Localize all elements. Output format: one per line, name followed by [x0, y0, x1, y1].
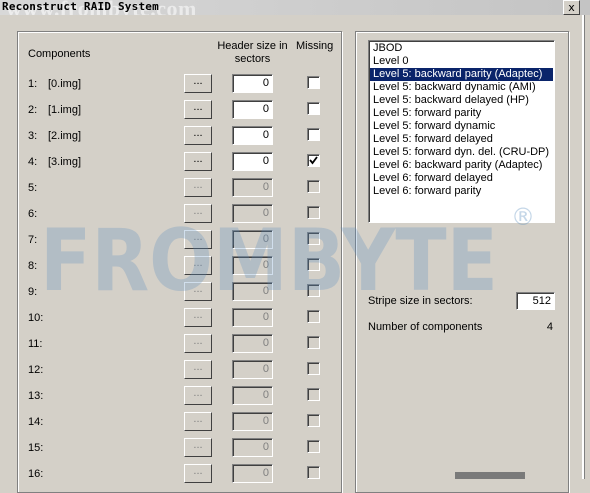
browse-image-button[interactable]: ...	[184, 438, 212, 457]
components-group	[17, 31, 342, 493]
window-frame	[584, 15, 590, 479]
browse-image-button[interactable]: ...	[184, 412, 212, 431]
component-image-name: [1.img]	[48, 104, 82, 116]
browse-image-button[interactable]: ...	[184, 334, 212, 353]
component-index: 11:	[28, 338, 43, 350]
browse-image-button[interactable]: ...	[184, 126, 212, 145]
component-index: 12:	[28, 364, 44, 376]
raid-level-option[interactable]: Level 5: forward delayed	[370, 133, 553, 146]
missing-checkbox[interactable]	[307, 180, 320, 193]
component-index: 8:	[28, 260, 38, 272]
browse-image-button[interactable]: ...	[184, 100, 212, 119]
raid-level-option[interactable]: Level 5: forward dynamic	[370, 120, 553, 133]
stripe-size-input[interactable]: 512	[516, 292, 555, 310]
component-index: 14:	[28, 416, 44, 428]
component-index: 13:	[28, 390, 44, 402]
raid-level-option[interactable]: Level 5: backward delayed (HP)	[370, 94, 553, 107]
raid-level-list[interactable]: JBOD Level 0 Level 5: backward parity (Ada…	[368, 40, 555, 223]
header-size-input[interactable]: 0	[232, 334, 273, 353]
component-index: 3:	[28, 130, 38, 142]
header-size-input[interactable]: 0	[232, 126, 273, 145]
close-icon: x	[568, 1, 575, 14]
checkmark-icon	[309, 156, 318, 165]
window-title: Reconstruct RAID System	[2, 0, 159, 13]
header-size-input[interactable]: 0	[232, 308, 273, 327]
header-size-input[interactable]: 0	[232, 464, 273, 483]
component-index: 10:	[28, 312, 44, 324]
missing-checkbox[interactable]	[307, 414, 320, 427]
browse-image-button[interactable]: ...	[184, 178, 212, 197]
component-index: 4:	[28, 156, 38, 168]
component-index: 6:	[28, 208, 38, 220]
raid-level-option[interactable]: Level 6: forward delayed	[370, 172, 553, 185]
raid-level-option[interactable]: Level 5: backward dynamic (AMI)	[370, 81, 553, 94]
missing-checkbox[interactable]	[307, 336, 320, 349]
header-size-input[interactable]: 0	[232, 178, 273, 197]
missing-checkbox[interactable]	[307, 232, 320, 245]
header-size-input[interactable]: 0	[232, 256, 273, 275]
browse-image-button[interactable]: ...	[184, 230, 212, 249]
header-size-input[interactable]: 0	[232, 152, 273, 171]
component-index: 7:	[28, 234, 38, 246]
close-button[interactable]: x	[563, 0, 580, 15]
missing-checkbox[interactable]	[307, 362, 320, 375]
missing-checkbox[interactable]	[307, 440, 320, 453]
component-image-name: [2.img]	[48, 130, 82, 142]
header-size-input[interactable]: 0	[232, 282, 273, 301]
header-size-input[interactable]: 0	[232, 74, 273, 93]
browse-image-button[interactable]: ...	[184, 74, 212, 93]
missing-checkbox[interactable]	[307, 388, 320, 401]
raid-level-option[interactable]: Level 0	[370, 55, 553, 68]
header-size-input[interactable]: 0	[232, 386, 273, 405]
header-size-header: Header size in sectors	[217, 40, 288, 65]
component-index: 15:	[28, 442, 44, 454]
raid-level-option[interactable]: Level 5: backward parity (Adaptec)	[370, 68, 553, 81]
components-header: Components	[28, 48, 91, 60]
missing-checkbox[interactable]	[307, 102, 320, 115]
browse-image-button[interactable]: ...	[184, 282, 212, 301]
missing-checkbox[interactable]	[307, 154, 320, 167]
title-bar: www.frombyte.com Reconstruct RAID System	[0, 0, 590, 15]
header-size-input[interactable]: 0	[232, 100, 273, 119]
missing-checkbox[interactable]	[307, 284, 320, 297]
component-index: 1:	[28, 78, 38, 90]
header-size-input[interactable]: 0	[232, 360, 273, 379]
num-components-label: Number of components	[368, 321, 483, 333]
header-size-input[interactable]: 0	[232, 438, 273, 457]
browse-image-button[interactable]: ...	[184, 386, 212, 405]
raid-level-option[interactable]: Level 5: forward parity	[370, 107, 553, 120]
raid-level-option[interactable]: Level 6: forward parity	[370, 185, 553, 198]
browse-image-button[interactable]: ...	[184, 308, 212, 327]
browse-image-button[interactable]: ...	[184, 256, 212, 275]
raid-level-option[interactable]: JBOD	[370, 42, 553, 55]
header-size-input[interactable]: 0	[232, 230, 273, 249]
component-image-name: [0.img]	[48, 78, 82, 90]
browse-image-button[interactable]: ...	[184, 360, 212, 379]
missing-checkbox[interactable]	[307, 466, 320, 479]
raid-level-option[interactable]: Level 5: forward dyn. del. (CRU-DP)	[370, 146, 553, 159]
component-index: 16:	[28, 468, 44, 480]
missing-checkbox[interactable]	[307, 76, 320, 89]
missing-checkbox[interactable]	[307, 206, 320, 219]
raid-level-option[interactable]: Level 6: backward parity (Adaptec)	[370, 159, 553, 172]
header-size-input[interactable]: 0	[232, 204, 273, 223]
bottom-watermark-fragment	[455, 472, 525, 479]
missing-checkbox[interactable]	[307, 258, 320, 271]
component-index: 9:	[28, 286, 38, 298]
header-size-input[interactable]: 0	[232, 412, 273, 431]
component-image-name: [3.img]	[48, 156, 82, 168]
missing-checkbox[interactable]	[307, 128, 320, 141]
missing-header: Missing	[296, 40, 334, 52]
component-index: 5:	[28, 182, 38, 194]
browse-image-button[interactable]: ...	[184, 152, 212, 171]
browse-image-button[interactable]: ...	[184, 464, 212, 483]
missing-checkbox[interactable]	[307, 310, 320, 323]
num-components-value: 4	[546, 321, 553, 333]
component-index: 2:	[28, 104, 38, 116]
stripe-size-label: Stripe size in sectors:	[368, 295, 473, 307]
browse-image-button[interactable]: ...	[184, 204, 212, 223]
